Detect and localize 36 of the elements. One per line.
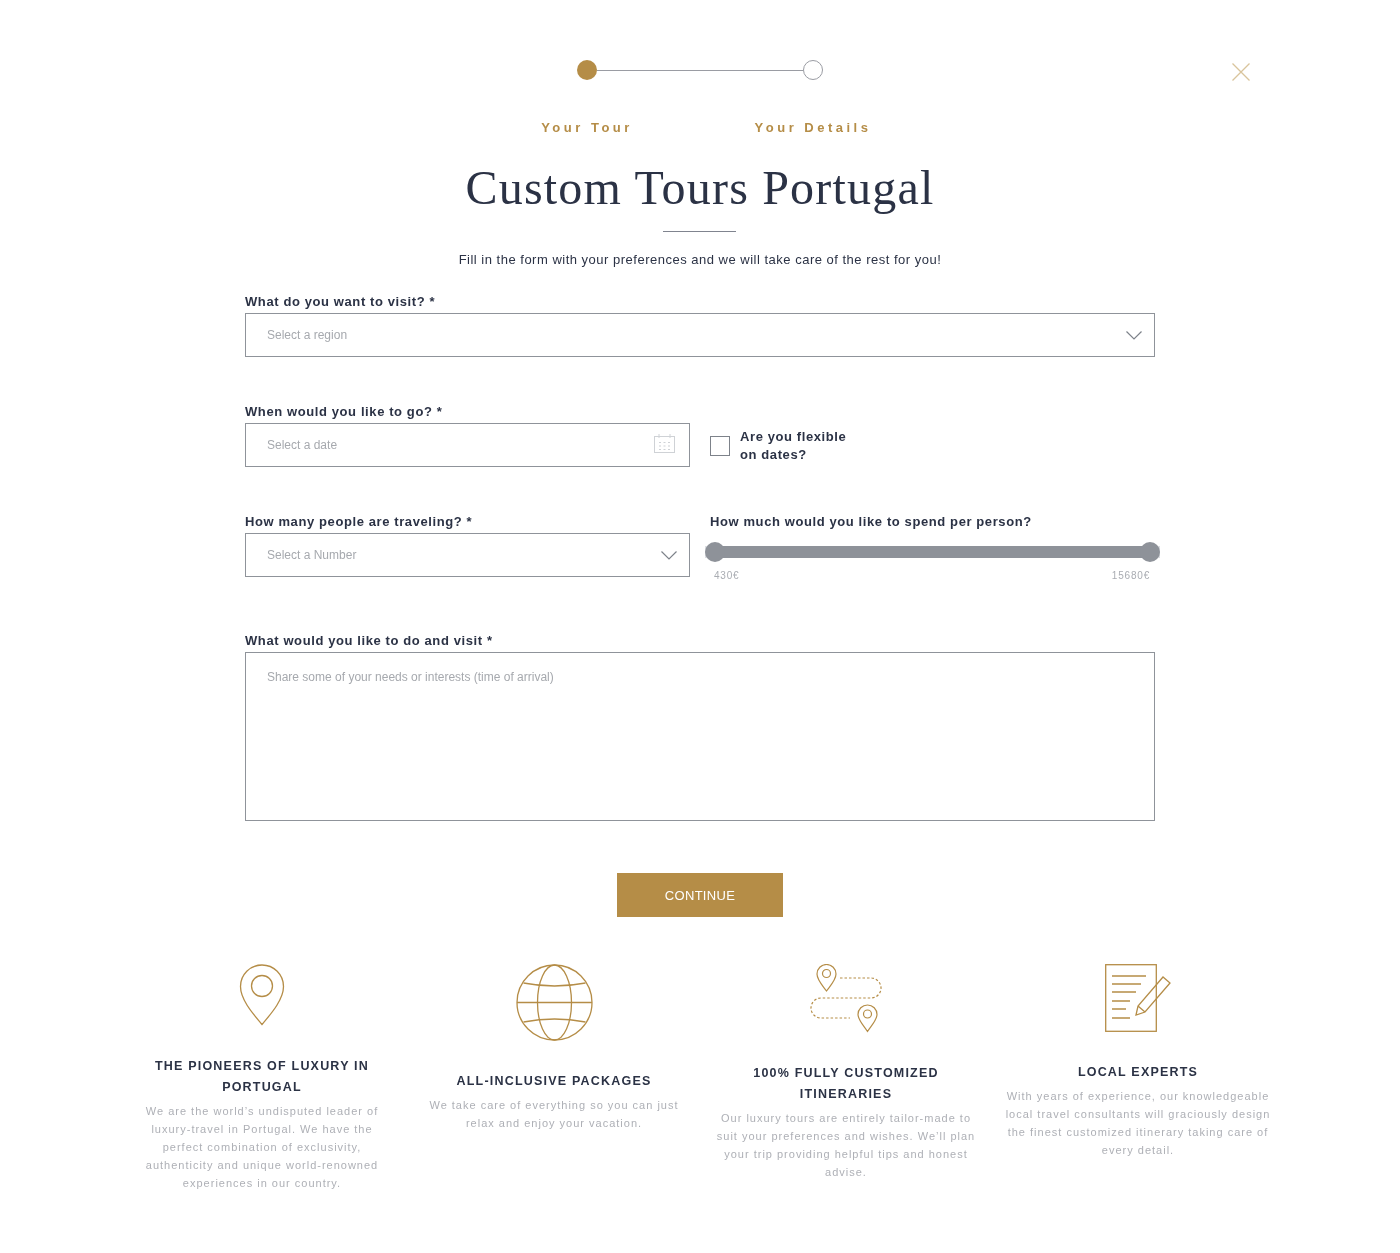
dropdown-field[interactable]: Select a Number [245,533,690,577]
feature-text: Our luxury tours are entirely tailor-made to suit your preferences and wishes. We’ll plan your trip providing helpful tips and honest advise. [715,1111,977,1180]
field-label: What do you want to visit? * [245,294,437,310]
chevron-down-icon [1126,330,1142,340]
checkbox[interactable] [710,436,730,456]
range-min-label: 430€ [714,569,740,583]
checkbox-label: Are you flexible on dates? [740,428,848,464]
feature-text: We take care of everything so you can just relax and enjoy your vacation. [428,1098,680,1131]
document-pencil-icon [1105,964,1171,1032]
chevron-down-icon [661,550,677,560]
slider-thumb[interactable] [705,542,725,562]
date-field[interactable]: Select a date [245,423,690,467]
step-label: Your Details [753,120,873,136]
text-area[interactable]: Share some of your needs or interests (time of arrival) [245,652,1155,821]
feature-title: LOCAL EXPERTS [1077,1064,1199,1081]
feature-title: THE PIONEERS OF LUXURY IN PORTUGAL [153,1058,371,1096]
field-label: What would you like to do and visit * [245,633,494,649]
field-label: How many people are traveling? * [245,514,474,530]
page-title: Custom Tours Portugal [465,160,935,216]
feature-text: With years of experience, our knowledgeable local travel consultants will graciously design the finest customized itinerary taking care of every detail. [1005,1089,1271,1158]
step-label: Your Tour [540,120,634,136]
calendar-icon [654,434,675,453]
continue-button[interactable]: CONTINUE [617,873,783,917]
feature-text: We are the world’s undisputed leader of luxury-travel in Portugal. We have the perfect combination of exclusivity, authenticity and unique world-renowned experiences in our country. [144,1104,380,1191]
range-max-label: 15680€ [1111,569,1150,583]
field-label: When would you like to go? * [245,404,444,420]
feature-title: ALL-INCLUSIVE PACKAGES [456,1073,652,1090]
slider-thumb[interactable] [1140,542,1160,562]
field-label: How much would you like to spend per person? [710,514,1033,530]
route-icon [810,964,882,1033]
page-subtitle: Fill in the form with your preferences and we will take care of the rest for you! [458,252,942,268]
map-pin-icon [239,964,285,1026]
globe-icon [515,964,593,1041]
dropdown-field[interactable]: Select a region [245,313,1155,357]
feature-title: 100% FULLY CUSTOMIZED ITINERARIES [752,1065,940,1103]
close-icon[interactable] [1232,63,1250,81]
